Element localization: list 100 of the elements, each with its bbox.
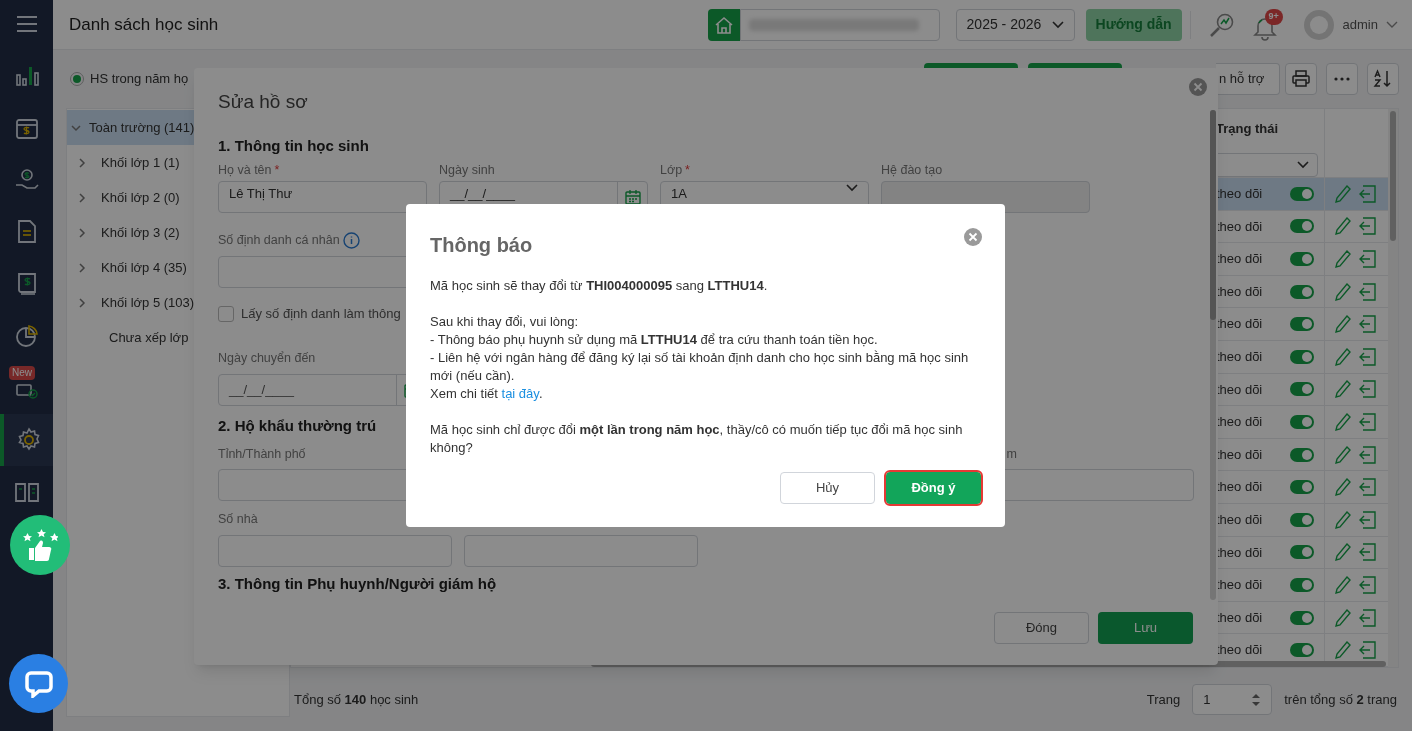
message-text: Mã học sinh sẽ thay đổi từ THI004000095 sang LTTHU14. <box>430 277 769 295</box>
sign-in-icon[interactable] <box>1359 608 1377 627</box>
total-count-text: Tổng số 140 học sinh <box>294 690 420 709</box>
menu-icon[interactable] <box>16 16 37 32</box>
pencil-icon[interactable] <box>1335 380 1351 399</box>
toggle-switch[interactable] <box>1290 317 1314 332</box>
toggle-switch[interactable] <box>1290 577 1314 592</box>
tree-item[interactable]: Khối lớp 4 (35) <box>67 250 289 285</box>
instruction-text: - Thông báo phụ huynh sử dụng mã LTTHU14 để tra cứu thanh toán tiền học. <box>430 331 879 349</box>
scrollbar[interactable] <box>1210 110 1216 600</box>
pencil-icon[interactable] <box>1335 478 1351 497</box>
toggle-switch[interactable] <box>1290 252 1314 266</box>
scrollbar[interactable] <box>1390 111 1396 241</box>
home-icon <box>713 14 734 35</box>
pencil-icon[interactable] <box>1335 250 1351 268</box>
sort-az-icon <box>1373 69 1393 89</box>
close-button[interactable]: Đóng <box>994 611 1089 644</box>
column-header: Trạng thái <box>1215 120 1280 138</box>
pencil-icon[interactable] <box>1335 510 1351 529</box>
close-icon[interactable] <box>1189 78 1207 96</box>
print-button[interactable] <box>1285 63 1317 95</box>
pencil-icon[interactable] <box>1335 641 1351 660</box>
toggle-switch[interactable] <box>1290 447 1314 462</box>
sign-in-icon[interactable] <box>1359 510 1377 529</box>
more-dots-icon <box>1334 77 1350 81</box>
pencil-icon[interactable] <box>1335 412 1351 431</box>
checkbox-label: Lấy số định danh làm thông <box>241 305 401 323</box>
field-label: Lớp <box>660 162 683 180</box>
toggle-switch[interactable] <box>1290 414 1314 429</box>
calendar-icon <box>624 189 641 205</box>
chevron-down-icon <box>846 184 858 192</box>
sign-in-icon[interactable] <box>1359 282 1377 301</box>
field-label: Số định danh cá nhân <box>218 232 340 250</box>
year-select[interactable]: 2025 - 2026 <box>955 8 1075 41</box>
sidebar-item[interactable] <box>0 414 53 466</box>
sign-in-icon[interactable] <box>1359 412 1377 431</box>
toggle-switch[interactable] <box>1290 545 1314 560</box>
sidebar-item[interactable]: New <box>0 362 53 414</box>
field-label: Tỉnh/Thành phố <box>218 446 306 464</box>
info-icon[interactable] <box>342 232 360 249</box>
toggle-switch[interactable] <box>1290 349 1314 364</box>
chevron-right-icon <box>77 297 87 308</box>
sign-in-icon[interactable] <box>1359 380 1377 399</box>
toggle-switch[interactable] <box>1290 382 1314 397</box>
more-button[interactable] <box>1326 63 1358 95</box>
field-label: Số nhà <box>218 511 258 529</box>
toggle-switch[interactable] <box>1290 610 1314 625</box>
sign-in-icon[interactable] <box>1359 217 1377 236</box>
pencil-icon[interactable] <box>1335 217 1351 236</box>
pencil-icon[interactable] <box>1335 282 1351 301</box>
notification-count: 9+ <box>1264 8 1283 25</box>
notification-button[interactable]: 9+ <box>1252 8 1283 41</box>
toggle-switch[interactable] <box>1290 480 1314 495</box>
sign-in-icon[interactable] <box>1359 543 1377 562</box>
toggle-switch[interactable] <box>1290 186 1314 201</box>
toggle-switch[interactable] <box>1290 284 1314 299</box>
input-field[interactable] <box>464 535 698 567</box>
sign-in-icon[interactable] <box>1359 315 1377 334</box>
pie-chart-icon <box>13 323 40 349</box>
cancel-button[interactable]: Hủy <box>780 472 875 504</box>
toggle-switch[interactable] <box>1290 512 1314 527</box>
sign-in-icon[interactable] <box>1359 575 1377 594</box>
chevron-down-icon <box>1051 20 1064 29</box>
sign-in-icon[interactable] <box>1359 184 1377 203</box>
sort-button[interactable] <box>1367 63 1399 95</box>
user-menu[interactable]: admin <box>1342 14 1398 35</box>
avatar-icon[interactable] <box>1302 8 1335 41</box>
input-field[interactable] <box>218 535 452 567</box>
input-field[interactable]: Lê Thị Thư <box>218 181 427 213</box>
support-button[interactable]: n hỗ trợ <box>1216 63 1280 95</box>
confirm-button[interactable]: Đồng ý <box>886 472 981 504</box>
checkbox[interactable] <box>218 305 234 322</box>
pencil-icon[interactable] <box>1335 347 1351 366</box>
sign-in-icon[interactable] <box>1359 347 1377 366</box>
toggle-switch[interactable] <box>1290 643 1314 658</box>
pencil-icon[interactable] <box>1335 445 1351 464</box>
chevron-down-icon <box>1386 20 1398 29</box>
pencil-icon[interactable] <box>1335 184 1351 203</box>
detail-link[interactable]: tại đây <box>501 386 539 401</box>
search-chart-icon[interactable] <box>1208 11 1235 38</box>
toggle-switch[interactable] <box>1290 219 1314 234</box>
sign-in-icon[interactable] <box>1359 641 1377 660</box>
dialog-title: Thông báo <box>430 233 533 258</box>
pencil-icon[interactable] <box>1335 543 1351 562</box>
pencil-icon[interactable] <box>1335 315 1351 334</box>
home-button[interactable] <box>707 8 740 41</box>
chevron-down-icon <box>71 122 81 133</box>
instruction-text: Sau khi thay đổi, vui lòng: <box>430 313 580 331</box>
question-text: Mã học sinh chỉ được đổi một lần trong năm học, thầy/cô có muốn tiếp tục đổi mã học sinh không? <box>430 421 964 457</box>
sign-in-icon[interactable] <box>1359 478 1377 497</box>
pencil-icon[interactable] <box>1335 575 1351 594</box>
sign-in-icon[interactable] <box>1359 250 1377 268</box>
spinner-arrows-icon <box>1251 691 1262 708</box>
page-input[interactable]: 1 <box>1192 684 1273 715</box>
pencil-icon[interactable] <box>1335 608 1351 627</box>
sign-in-icon[interactable] <box>1359 445 1377 464</box>
chevron-right-icon <box>77 262 87 273</box>
year-filter-radio[interactable]: HS trong năm họ <box>70 69 189 89</box>
close-icon[interactable] <box>964 228 982 246</box>
field-label: Hệ đào tạo <box>881 162 943 180</box>
